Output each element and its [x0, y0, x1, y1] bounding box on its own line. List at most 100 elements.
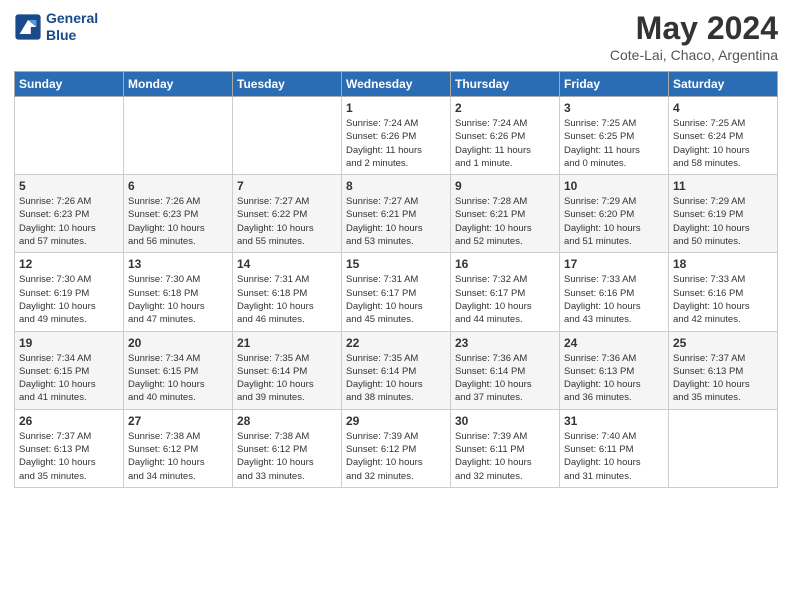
day-of-week-saturday: Saturday [669, 72, 778, 97]
cell-day-number: 19 [19, 336, 119, 350]
cell-info: Sunrise: 7:30 AM Sunset: 6:19 PM Dayligh… [19, 273, 119, 326]
cell-info: Sunrise: 7:26 AM Sunset: 6:23 PM Dayligh… [19, 195, 119, 248]
cell-info: Sunrise: 7:38 AM Sunset: 6:12 PM Dayligh… [128, 430, 228, 483]
cell-info: Sunrise: 7:27 AM Sunset: 6:22 PM Dayligh… [237, 195, 337, 248]
cell-day-number: 31 [564, 414, 664, 428]
day-of-week-monday: Monday [124, 72, 233, 97]
calendar-cell: 30Sunrise: 7:39 AM Sunset: 6:11 PM Dayli… [451, 409, 560, 487]
cell-info: Sunrise: 7:33 AM Sunset: 6:16 PM Dayligh… [673, 273, 773, 326]
cell-info: Sunrise: 7:32 AM Sunset: 6:17 PM Dayligh… [455, 273, 555, 326]
cell-day-number: 16 [455, 257, 555, 271]
calendar-week-1: 1 Sunrise: 7:24 AM Sunset: 6:26 PM Daylig… [15, 97, 778, 175]
calendar-cell: 21 Sunrise: 7:35 AM Sunset: 6:14 PM Dayli… [233, 331, 342, 409]
main-title: May 2024 [610, 10, 778, 47]
calendar-cell: 9 Sunrise: 7:28 AM Sunset: 6:21 PM Daylig… [451, 175, 560, 253]
cell-day-number: 21 [237, 336, 337, 350]
cell-day-number: 29 [346, 414, 446, 428]
calendar-cell: 17 Sunrise: 7:33 AM Sunset: 6:16 PM Dayli… [560, 253, 669, 331]
cell-day-number: 26 [19, 414, 119, 428]
cell-day-number: 30 [455, 414, 555, 428]
day-of-week-thursday: Thursday [451, 72, 560, 97]
header: General Blue May 2024 Cote-Lai, Chaco, A… [14, 10, 778, 63]
calendar-week-2: 5 Sunrise: 7:26 AM Sunset: 6:23 PM Daylig… [15, 175, 778, 253]
calendar-week-3: 12 Sunrise: 7:30 AM Sunset: 6:19 PM Dayli… [15, 253, 778, 331]
calendar-cell: 5 Sunrise: 7:26 AM Sunset: 6:23 PM Daylig… [15, 175, 124, 253]
cell-info: Sunrise: 7:35 AM Sunset: 6:14 PM Dayligh… [346, 352, 446, 405]
cell-day-number: 23 [455, 336, 555, 350]
cell-info: Sunrise: 7:31 AM Sunset: 6:18 PM Dayligh… [237, 273, 337, 326]
cell-day-number: 5 [19, 179, 119, 193]
cell-info: Sunrise: 7:36 AM Sunset: 6:13 PM Dayligh… [564, 352, 664, 405]
cell-day-number: 3 [564, 101, 664, 115]
calendar-cell [669, 409, 778, 487]
cell-info: Sunrise: 7:39 AM Sunset: 6:12 PM Dayligh… [346, 430, 446, 483]
cell-info: Sunrise: 7:26 AM Sunset: 6:23 PM Dayligh… [128, 195, 228, 248]
calendar-cell: 2 Sunrise: 7:24 AM Sunset: 6:26 PM Daylig… [451, 97, 560, 175]
cell-day-number: 24 [564, 336, 664, 350]
page: General Blue May 2024 Cote-Lai, Chaco, A… [0, 0, 792, 612]
calendar: SundayMondayTuesdayWednesdayThursdayFrid… [14, 71, 778, 488]
cell-info: Sunrise: 7:35 AM Sunset: 6:14 PM Dayligh… [237, 352, 337, 405]
calendar-cell: 31 Sunrise: 7:40 AM Sunset: 6:11 PM Dayli… [560, 409, 669, 487]
cell-info: Sunrise: 7:37 AM Sunset: 6:13 PM Dayligh… [673, 352, 773, 405]
cell-info: Sunrise: 7:37 AM Sunset: 6:13 PM Dayligh… [19, 430, 119, 483]
calendar-cell: 15Sunrise: 7:31 AM Sunset: 6:17 PM Dayli… [342, 253, 451, 331]
cell-day-number: 2 [455, 101, 555, 115]
cell-info: Sunrise: 7:33 AM Sunset: 6:16 PM Dayligh… [564, 273, 664, 326]
calendar-cell: 29 Sunrise: 7:39 AM Sunset: 6:12 PM Dayli… [342, 409, 451, 487]
calendar-cell: 22Sunrise: 7:35 AM Sunset: 6:14 PM Dayli… [342, 331, 451, 409]
cell-info: Sunrise: 7:40 AM Sunset: 6:11 PM Dayligh… [564, 430, 664, 483]
calendar-cell: 18 Sunrise: 7:33 AM Sunset: 6:16 PM Dayli… [669, 253, 778, 331]
cell-day-number: 13 [128, 257, 228, 271]
cell-info: Sunrise: 7:27 AM Sunset: 6:21 PM Dayligh… [346, 195, 446, 248]
logo-text: General Blue [46, 10, 98, 44]
calendar-cell: 10 Sunrise: 7:29 AM Sunset: 6:20 PM Dayli… [560, 175, 669, 253]
calendar-cell [15, 97, 124, 175]
cell-day-number: 17 [564, 257, 664, 271]
calendar-week-4: 19 Sunrise: 7:34 AM Sunset: 6:15 PM Dayli… [15, 331, 778, 409]
calendar-cell [124, 97, 233, 175]
calendar-cell: 6 Sunrise: 7:26 AM Sunset: 6:23 PM Daylig… [124, 175, 233, 253]
cell-info: Sunrise: 7:34 AM Sunset: 6:15 PM Dayligh… [128, 352, 228, 405]
cell-day-number: 4 [673, 101, 773, 115]
calendar-cell: 20Sunrise: 7:34 AM Sunset: 6:15 PM Dayli… [124, 331, 233, 409]
calendar-cell: 27Sunrise: 7:38 AM Sunset: 6:12 PM Dayli… [124, 409, 233, 487]
calendar-header-row: SundayMondayTuesdayWednesdayThursdayFrid… [15, 72, 778, 97]
calendar-cell: 1Sunrise: 7:24 AM Sunset: 6:26 PM Daylig… [342, 97, 451, 175]
calendar-cell: 13 Sunrise: 7:30 AM Sunset: 6:18 PM Dayli… [124, 253, 233, 331]
calendar-cell: 25Sunrise: 7:37 AM Sunset: 6:13 PM Dayli… [669, 331, 778, 409]
cell-day-number: 11 [673, 179, 773, 193]
cell-info: Sunrise: 7:38 AM Sunset: 6:12 PM Dayligh… [237, 430, 337, 483]
cell-info: Sunrise: 7:25 AM Sunset: 6:25 PM Dayligh… [564, 117, 664, 170]
cell-info: Sunrise: 7:28 AM Sunset: 6:21 PM Dayligh… [455, 195, 555, 248]
cell-day-number: 6 [128, 179, 228, 193]
calendar-cell: 3 Sunrise: 7:25 AM Sunset: 6:25 PM Daylig… [560, 97, 669, 175]
day-of-week-tuesday: Tuesday [233, 72, 342, 97]
logo-line1: General [46, 10, 98, 27]
calendar-cell [233, 97, 342, 175]
calendar-cell: 23 Sunrise: 7:36 AM Sunset: 6:14 PM Dayli… [451, 331, 560, 409]
cell-day-number: 12 [19, 257, 119, 271]
cell-day-number: 1 [346, 101, 446, 115]
cell-day-number: 28 [237, 414, 337, 428]
cell-day-number: 9 [455, 179, 555, 193]
cell-day-number: 18 [673, 257, 773, 271]
day-of-week-wednesday: Wednesday [342, 72, 451, 97]
day-of-week-sunday: Sunday [15, 72, 124, 97]
subtitle: Cote-Lai, Chaco, Argentina [610, 47, 778, 63]
cell-info: Sunrise: 7:34 AM Sunset: 6:15 PM Dayligh… [19, 352, 119, 405]
cell-info: Sunrise: 7:29 AM Sunset: 6:20 PM Dayligh… [564, 195, 664, 248]
calendar-cell: 28 Sunrise: 7:38 AM Sunset: 6:12 PM Dayli… [233, 409, 342, 487]
cell-day-number: 8 [346, 179, 446, 193]
day-of-week-friday: Friday [560, 72, 669, 97]
calendar-cell: 12 Sunrise: 7:30 AM Sunset: 6:19 PM Dayli… [15, 253, 124, 331]
cell-day-number: 10 [564, 179, 664, 193]
logo-icon [14, 13, 42, 41]
calendar-cell: 4Sunrise: 7:25 AM Sunset: 6:24 PM Daylig… [669, 97, 778, 175]
cell-info: Sunrise: 7:24 AM Sunset: 6:26 PM Dayligh… [455, 117, 555, 170]
calendar-cell: 19 Sunrise: 7:34 AM Sunset: 6:15 PM Dayli… [15, 331, 124, 409]
cell-info: Sunrise: 7:31 AM Sunset: 6:17 PM Dayligh… [346, 273, 446, 326]
cell-info: Sunrise: 7:36 AM Sunset: 6:14 PM Dayligh… [455, 352, 555, 405]
cell-info: Sunrise: 7:30 AM Sunset: 6:18 PM Dayligh… [128, 273, 228, 326]
logo-line2: Blue [46, 27, 98, 44]
